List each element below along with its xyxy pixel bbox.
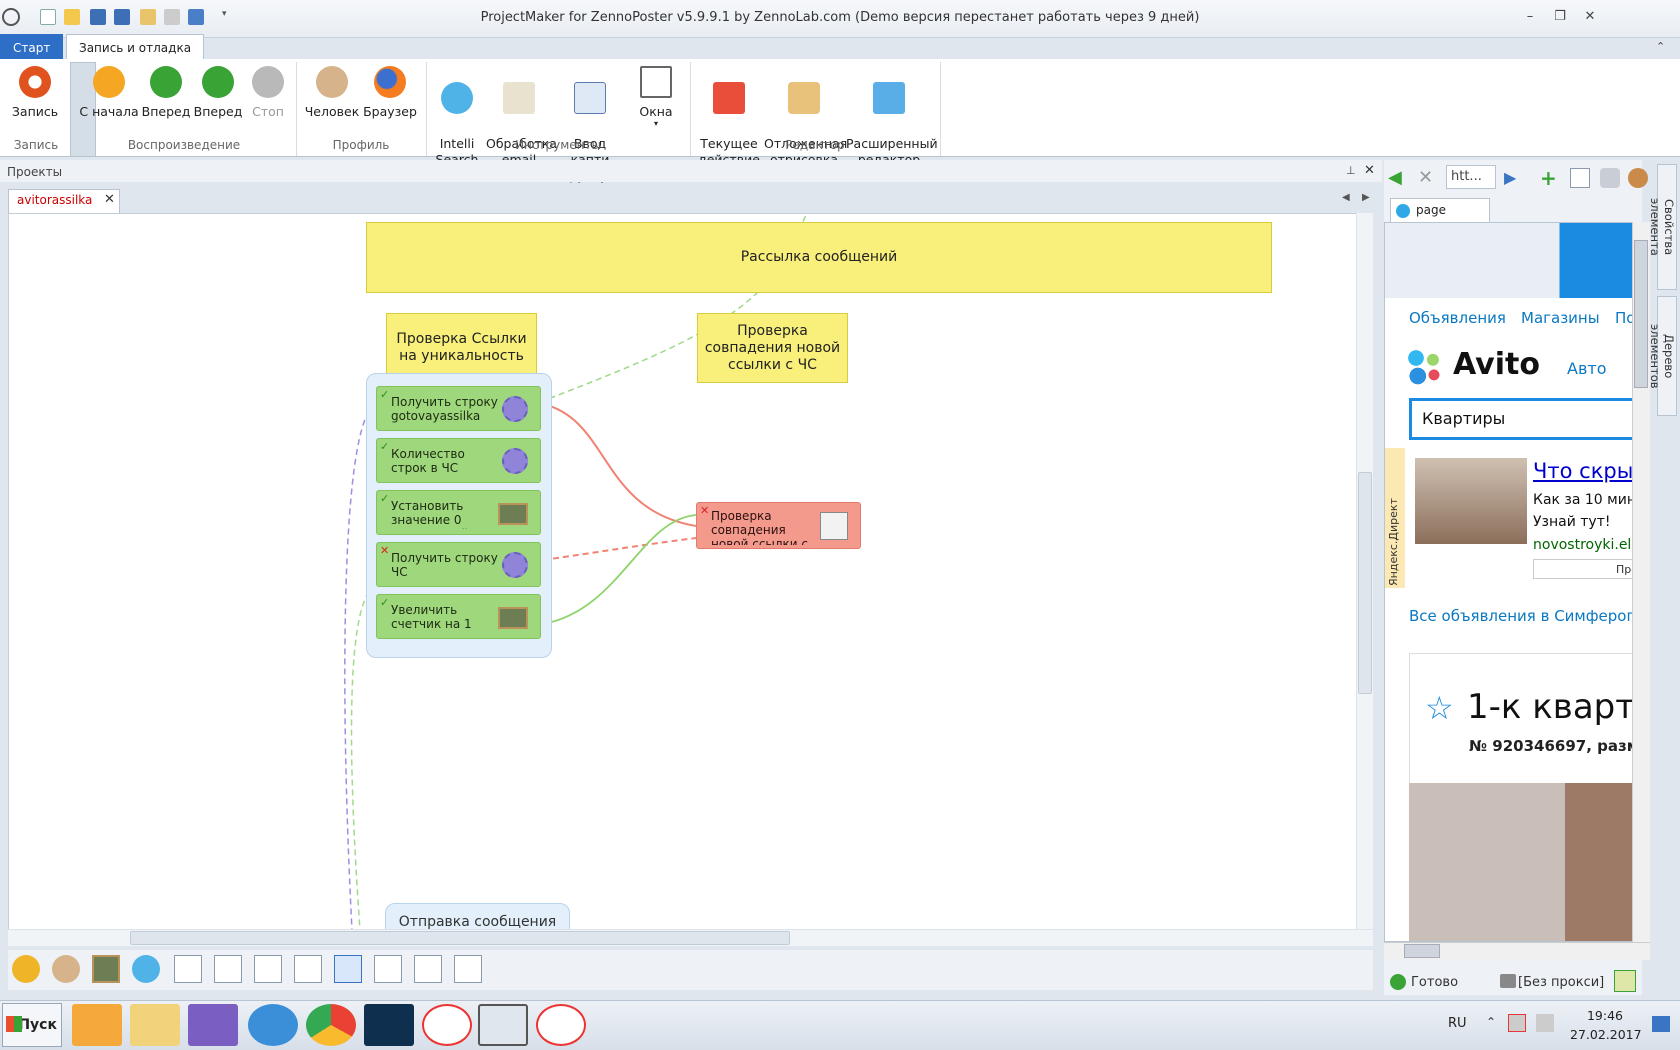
screenshot-icon[interactable] xyxy=(1614,970,1636,992)
gears-tool-icon[interactable] xyxy=(12,955,40,983)
listing-photo[interactable] xyxy=(1409,783,1632,941)
cookie-icon[interactable] xyxy=(1628,168,1648,188)
windows-logo-icon xyxy=(6,1016,22,1032)
list-tool-icon[interactable] xyxy=(414,955,442,983)
photoshop-taskbar-icon[interactable] xyxy=(364,1004,414,1046)
avito-nav-ads[interactable]: Объявления xyxy=(1409,309,1506,327)
avito-logo[interactable]: Avito xyxy=(1453,347,1540,382)
media-player-taskbar-icon[interactable] xyxy=(72,1004,122,1046)
action-increment-counter[interactable]: ✓ Увеличить счетчик на 1 xyxy=(376,594,541,639)
proxy-status[interactable]: [Без прокси] xyxy=(1518,975,1604,990)
link-red-solid xyxy=(542,403,697,527)
action-get-line-ready[interactable]: ✓ Получить строку gotovayassilka xyxy=(376,386,541,431)
list-tool-icon[interactable] xyxy=(374,955,402,983)
avito-favicon xyxy=(1396,204,1410,218)
tab-element-properties[interactable]: Свойства элемента xyxy=(1648,164,1677,290)
add-icon[interactable]: + xyxy=(1540,168,1560,188)
proxy-icon xyxy=(1500,974,1516,988)
action-count-lines[interactable]: ✓ Количество строк в ЧС xyxy=(376,438,541,483)
zennoposter-taskbar-icon[interactable] xyxy=(478,1004,528,1046)
page-source-icon[interactable] xyxy=(1570,168,1590,188)
error-icon: ✕ xyxy=(380,544,390,557)
chalkboard-icon xyxy=(498,607,528,629)
yandex-direct-text: Яндекс.Директ xyxy=(1387,498,1400,586)
avito-search-input[interactable]: Квартиры xyxy=(1409,398,1632,440)
network-status-icon[interactable] xyxy=(1508,1014,1526,1032)
tray-window-icon[interactable] xyxy=(1536,1014,1554,1032)
language-indicator[interactable]: RU xyxy=(1448,1016,1467,1031)
yandex-taskbar-icon-2[interactable] xyxy=(536,1004,586,1046)
tab-element-tree[interactable]: Дерево элементов xyxy=(1648,296,1677,416)
check-icon: ✓ xyxy=(380,596,390,609)
taskbar-clock[interactable]: 19:46 27.02.2017 xyxy=(1570,1006,1642,1044)
avito-logo-dots-icon xyxy=(1407,349,1443,385)
stop-load-icon[interactable]: ✕ xyxy=(1418,168,1438,188)
status-text: Готово xyxy=(1411,975,1459,990)
ie-taskbar-icon[interactable] xyxy=(248,1004,298,1046)
listing-title[interactable]: 1-к кварт xyxy=(1467,687,1632,727)
favorite-star-icon[interactable]: ☆ xyxy=(1425,689,1454,727)
list-tool-icon[interactable] xyxy=(254,955,282,983)
chalkboard-icon xyxy=(498,503,528,525)
listing-meta: № 920346697, разме xyxy=(1469,737,1633,755)
check-icon: ✓ xyxy=(380,492,390,505)
list-tool-icon[interactable] xyxy=(294,955,322,983)
ad-text-2: Узнай тут! xyxy=(1533,514,1611,530)
error-icon: ✕ xyxy=(700,504,710,517)
note-broadcast[interactable]: Рассылка сообщений xyxy=(366,222,1272,293)
avito-nav-more[interactable]: По xyxy=(1615,309,1632,327)
ad-title-link[interactable]: Что скры xyxy=(1533,459,1632,483)
url-input[interactable]: htt... xyxy=(1446,165,1496,189)
avito-nav-shops[interactable]: Магазины xyxy=(1521,309,1600,327)
explorer-taskbar-icon[interactable] xyxy=(130,1004,180,1046)
banner-image[interactable] xyxy=(1385,223,1632,298)
go-arrow-icon[interactable]: ▶ xyxy=(1504,168,1524,188)
list-tool-icon[interactable] xyxy=(214,955,242,983)
check-icon: ✓ xyxy=(380,388,390,401)
action-toolbox xyxy=(8,950,1373,990)
yandex-browser-taskbar-icon[interactable] xyxy=(422,1004,472,1046)
note-blacklist-check[interactable]: Проверка совпадения новой ссылки с ЧС xyxy=(697,313,848,383)
show-desktop-icon[interactable] xyxy=(1652,1016,1670,1032)
switch-icon xyxy=(820,512,848,540)
tree-tool-icon[interactable] xyxy=(334,955,362,983)
link-green-solid xyxy=(542,514,697,625)
action-get-line-blacklist[interactable]: ✕ Получить строку ЧС xyxy=(376,542,541,587)
webview-horizontal-thumb[interactable] xyxy=(1404,944,1440,958)
list-tool-icon[interactable] xyxy=(174,955,202,983)
clock-time: 19:46 xyxy=(1586,1008,1624,1023)
ad-domain[interactable]: novostroyki.eli xyxy=(1533,537,1632,553)
list-tool-icon[interactable] xyxy=(454,955,482,983)
clock-date: 27.02.2017 xyxy=(1570,1027,1642,1042)
visual-studio-taskbar-icon[interactable] xyxy=(188,1004,238,1046)
back-arrow-icon[interactable]: ◀ xyxy=(1388,168,1408,188)
condition-node-blacklist[interactable]: ✕ Проверка совпадения новой ссылки с ЧС xyxy=(696,502,861,549)
database-icon[interactable] xyxy=(1600,168,1620,188)
gear-list-icon xyxy=(502,552,528,578)
tray-expand-icon[interactable]: ⌃ xyxy=(1486,1015,1496,1029)
ready-check-icon xyxy=(1390,974,1406,990)
ad-image[interactable] xyxy=(1415,458,1527,544)
ad-text-1: Как за 10 мин xyxy=(1533,492,1633,508)
browser-tab-label: page xyxy=(1416,203,1446,217)
ad-button[interactable]: Про xyxy=(1533,559,1632,579)
robot-tool-icon[interactable] xyxy=(132,955,160,983)
all-ads-link[interactable]: Все объявления в Симферопо xyxy=(1409,607,1632,625)
canvas-vertical-thumb[interactable] xyxy=(1358,472,1372,694)
webview-vertical-thumb[interactable] xyxy=(1634,240,1648,388)
check-icon: ✓ xyxy=(380,440,390,453)
gear-list-icon xyxy=(502,396,528,422)
avito-auto-link[interactable]: Авто xyxy=(1567,359,1606,378)
web-view[interactable]: Объявления Магазины По Avito Авто Кварти… xyxy=(1384,222,1633,942)
action-set-variable[interactable]: ✓ Установить значение 0 переменной xyxy=(376,490,541,535)
link-red-dashed xyxy=(542,537,697,561)
person-tool-icon[interactable] xyxy=(52,955,80,983)
chalkboard-tool-icon[interactable] xyxy=(92,955,120,983)
canvas-horizontal-thumb[interactable] xyxy=(130,931,790,945)
chrome-taskbar-icon[interactable] xyxy=(306,1004,356,1046)
gear-list-icon xyxy=(502,448,528,474)
